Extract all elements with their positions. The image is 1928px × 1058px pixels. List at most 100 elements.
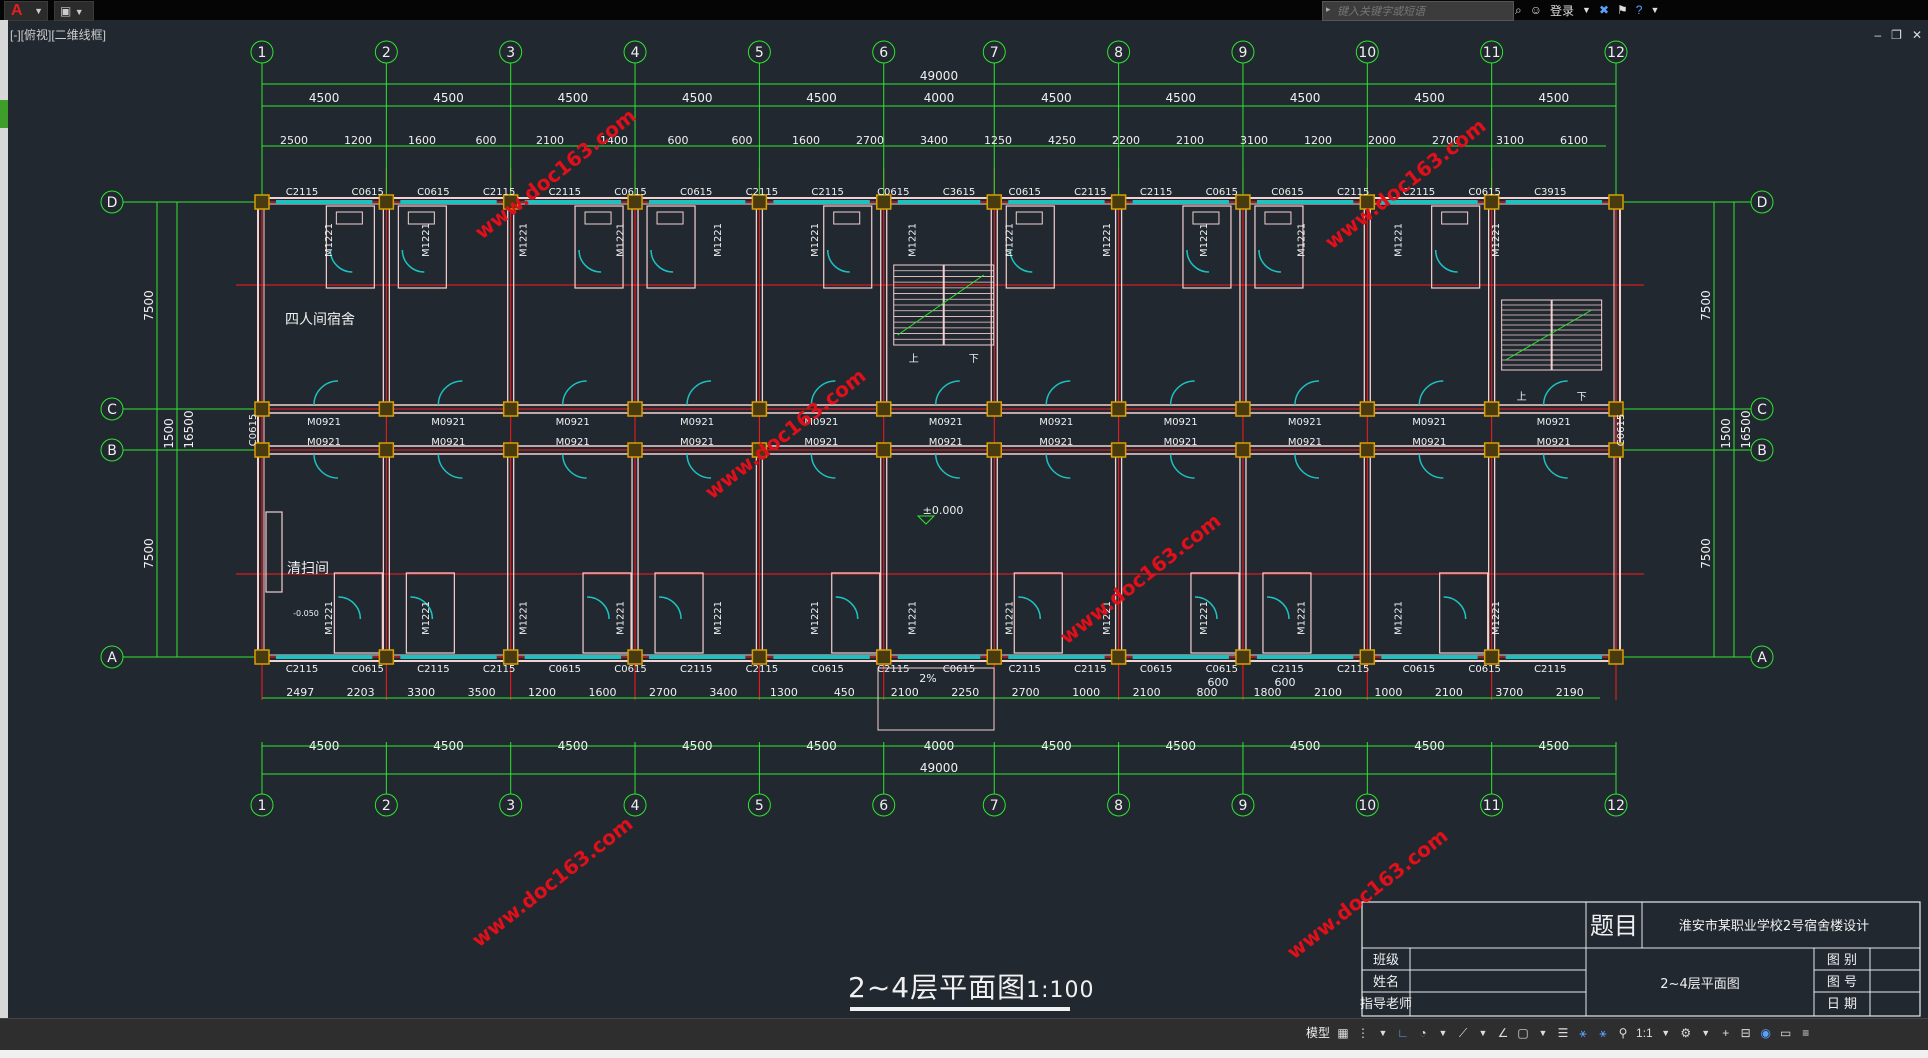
window-label: C0615 [1403, 664, 1435, 675]
detail-dimension: 1300 [770, 686, 798, 699]
axis-label: 1 [258, 45, 267, 61]
detail-dimension: 1600 [589, 686, 617, 699]
detail-dimension: 600 [1275, 676, 1296, 689]
grid-icon[interactable]: ▦ [1336, 1024, 1350, 1042]
door-label: M1221 [1296, 601, 1307, 635]
column [254, 649, 270, 665]
chevron-down-icon[interactable]: ▼ [1582, 5, 1591, 15]
clean-screen-icon[interactable]: ▭ [1779, 1024, 1793, 1042]
app-menu-button[interactable]: A ▼ [4, 1, 48, 21]
search-input[interactable] [1323, 3, 1519, 21]
column [875, 401, 892, 417]
door-swing [1434, 249, 1458, 273]
chevron-down-icon[interactable]: ▼ [75, 7, 84, 17]
axis-label: A [107, 650, 117, 666]
login-button[interactable]: 登录 [1550, 2, 1574, 19]
column [1235, 649, 1251, 665]
window-label: C2115 [1337, 664, 1369, 675]
quick-access-toolbar[interactable]: ▣ ▼ [54, 1, 94, 21]
chevron-down-icon[interactable]: ▼ [1376, 1024, 1390, 1042]
save-icon[interactable]: ▣ [60, 4, 71, 18]
column [986, 442, 1003, 458]
column [502, 649, 519, 665]
axis-label: 4 [631, 798, 640, 814]
annotation-scale-icon[interactable]: ⚲ [1616, 1024, 1630, 1042]
detail-dimension: 600 [732, 134, 753, 147]
binoculars-icon[interactable]: ⌕ [1515, 3, 1522, 18]
chevron-down-icon[interactable]: ▼ [1536, 1024, 1550, 1042]
hardware-accel-icon[interactable]: ◉ [1759, 1024, 1773, 1042]
annotation-visibility-icon[interactable]: ⚹ [1596, 1024, 1610, 1042]
door-swing [934, 380, 960, 406]
transparency-icon[interactable]: ⚹ [1576, 1024, 1590, 1042]
bay-dimension: 4500 [1539, 91, 1570, 105]
community-icon[interactable]: ⚑ [1617, 3, 1628, 17]
detail-dimension: 600 [668, 134, 689, 147]
window-label: C0615 [614, 187, 646, 198]
door-label: M1221 [616, 223, 627, 257]
window-label: C2115 [286, 664, 318, 675]
fixture [1192, 211, 1220, 225]
window-label: C2115 [417, 664, 449, 675]
window-label: C0615 [614, 664, 646, 675]
door-label: M0921 [1537, 417, 1571, 428]
title-block-heading: 题目 [1590, 912, 1638, 940]
column [1359, 442, 1376, 458]
axis-label: 11 [1483, 798, 1501, 814]
window-label: C0615 [680, 187, 712, 198]
chevron-down-icon[interactable]: ▼ [1650, 5, 1659, 15]
window-label: C0615 [351, 187, 383, 198]
column [986, 401, 1003, 417]
snap-icon[interactable]: ⋮ [1356, 1024, 1370, 1042]
door-label: M0921 [307, 437, 341, 448]
panel-tab[interactable] [0, 100, 8, 128]
door-swing [561, 380, 587, 406]
customize-icon[interactable]: ≡ [1799, 1024, 1813, 1042]
status-tools: 模型 ▦ ⋮ ▼ ∟ ◔ ▼ ⟋ ▼ ∠ ▢ ▼ ☰ ⚹ ⚹ ⚲ 1:1 ▼ ⚙… [1306, 1024, 1813, 1042]
detail-dimension: 2100 [1435, 686, 1463, 699]
door-swing [1169, 453, 1195, 479]
total-dimension: 49000 [920, 761, 958, 775]
polar-icon[interactable]: ◔ [1416, 1024, 1430, 1042]
dynamic-input-icon[interactable]: ▢ [1516, 1024, 1530, 1042]
model-space-toggle[interactable]: 模型 [1306, 1024, 1330, 1042]
door-label: M0921 [1537, 437, 1571, 448]
exchange-icon[interactable]: ✖ [1599, 3, 1609, 17]
workspace-gear-icon[interactable]: ⚙ [1679, 1024, 1693, 1042]
column [1483, 649, 1500, 665]
column [378, 442, 395, 458]
bay-dimension: 4500 [1041, 91, 1072, 105]
column [1110, 194, 1127, 210]
chevron-down-icon[interactable]: ▼ [1699, 1024, 1713, 1042]
door-swing [1266, 596, 1290, 620]
chevron-down-icon[interactable]: ▼ [1476, 1024, 1490, 1042]
detail-dimension: 1600 [408, 134, 436, 147]
window-label: C2115 [1008, 664, 1040, 675]
plus-icon[interactable]: + [1719, 1024, 1733, 1042]
axis-label: 1 [258, 798, 267, 814]
lineweight-icon[interactable]: ☰ [1556, 1024, 1570, 1042]
ortho-icon[interactable]: ∟ [1396, 1024, 1410, 1042]
scale-selector[interactable]: 1:1 [1636, 1024, 1653, 1042]
search-box[interactable]: ▸ [1322, 1, 1519, 21]
bay-dimension: 4500 [806, 91, 837, 105]
app-logo-icon: A [11, 2, 23, 19]
door-swing [1045, 453, 1071, 479]
help-icon[interactable]: ? [1636, 3, 1643, 17]
side-dimension: 7500 [1699, 538, 1713, 569]
user-icon[interactable]: ☺ [1530, 3, 1542, 17]
title-bar: A ▼ ▣ ▼ ▸ ⌕ ☺ 登录 ▼ ✖ ⚑ ? ▼ [0, 0, 1928, 21]
fixture [1441, 211, 1469, 225]
status-bar: 模型 ▦ ⋮ ▼ ∟ ◔ ▼ ⟋ ▼ ∠ ▢ ▼ ☰ ⚹ ⚹ ⚲ 1:1 ▼ ⚙… [0, 1018, 1928, 1051]
otrack-icon[interactable]: ∠ [1496, 1024, 1510, 1042]
osnap-icon[interactable]: ⟋ [1456, 1024, 1470, 1042]
column [1110, 649, 1127, 665]
window-label: C2115 [483, 664, 515, 675]
door-swing [1294, 380, 1319, 406]
drawing-canvas[interactable]: 上下上 下112233445566778899101011111212D DC CB B… [8, 20, 1928, 1018]
chevron-down-icon[interactable]: ▼ [1436, 1024, 1450, 1042]
isolate-icon[interactable]: ⊟ [1739, 1024, 1753, 1042]
column [378, 649, 395, 665]
chevron-down-icon[interactable]: ▼ [1659, 1024, 1673, 1042]
door-label: M0921 [804, 437, 838, 448]
